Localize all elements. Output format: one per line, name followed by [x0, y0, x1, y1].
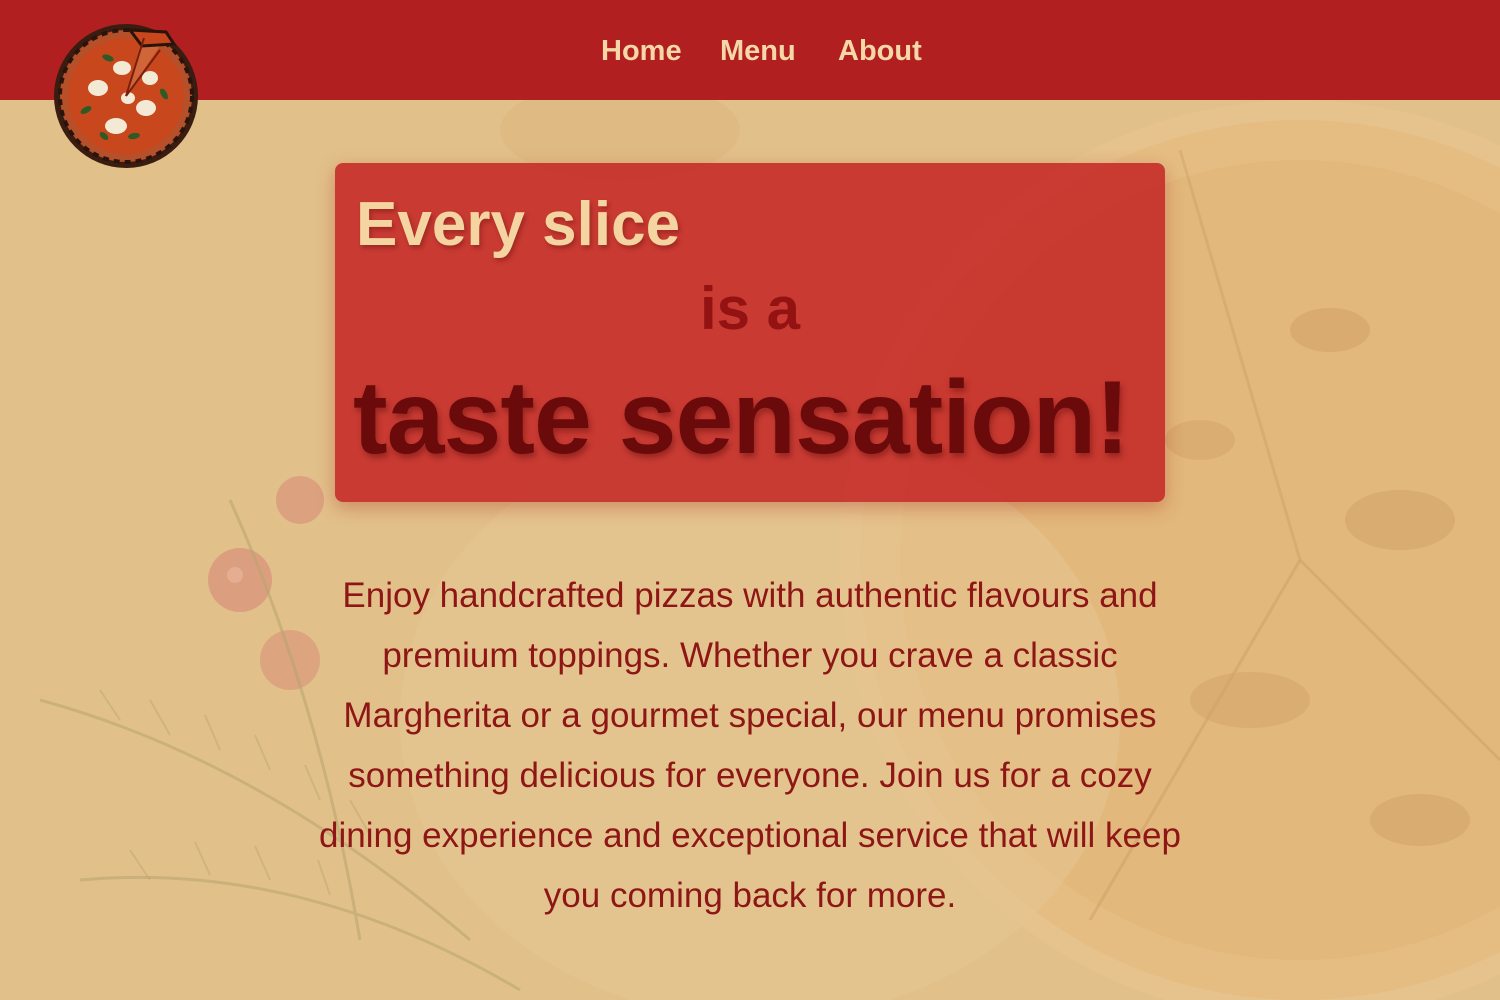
intro-paragraph: Enjoy handcrafted pizzas with authentic …	[319, 576, 1181, 915]
hero-line-every-slice: Every slice	[356, 190, 681, 259]
hero-line-taste-sensation: taste sensation!	[353, 360, 1130, 476]
nav-home-link[interactable]: Home	[601, 30, 682, 72]
hero-line-is-a: is a	[699, 275, 801, 342]
nav-menu-link[interactable]: Menu	[720, 30, 796, 72]
nav-about-link[interactable]: About	[838, 30, 922, 72]
main-nav: Home Menu About	[0, 30, 1500, 72]
pizza-logo-icon[interactable]	[46, 18, 208, 170]
hero-box: Every slice is a taste sensation!	[335, 163, 1165, 502]
site-header: Home Menu About	[0, 0, 1500, 100]
